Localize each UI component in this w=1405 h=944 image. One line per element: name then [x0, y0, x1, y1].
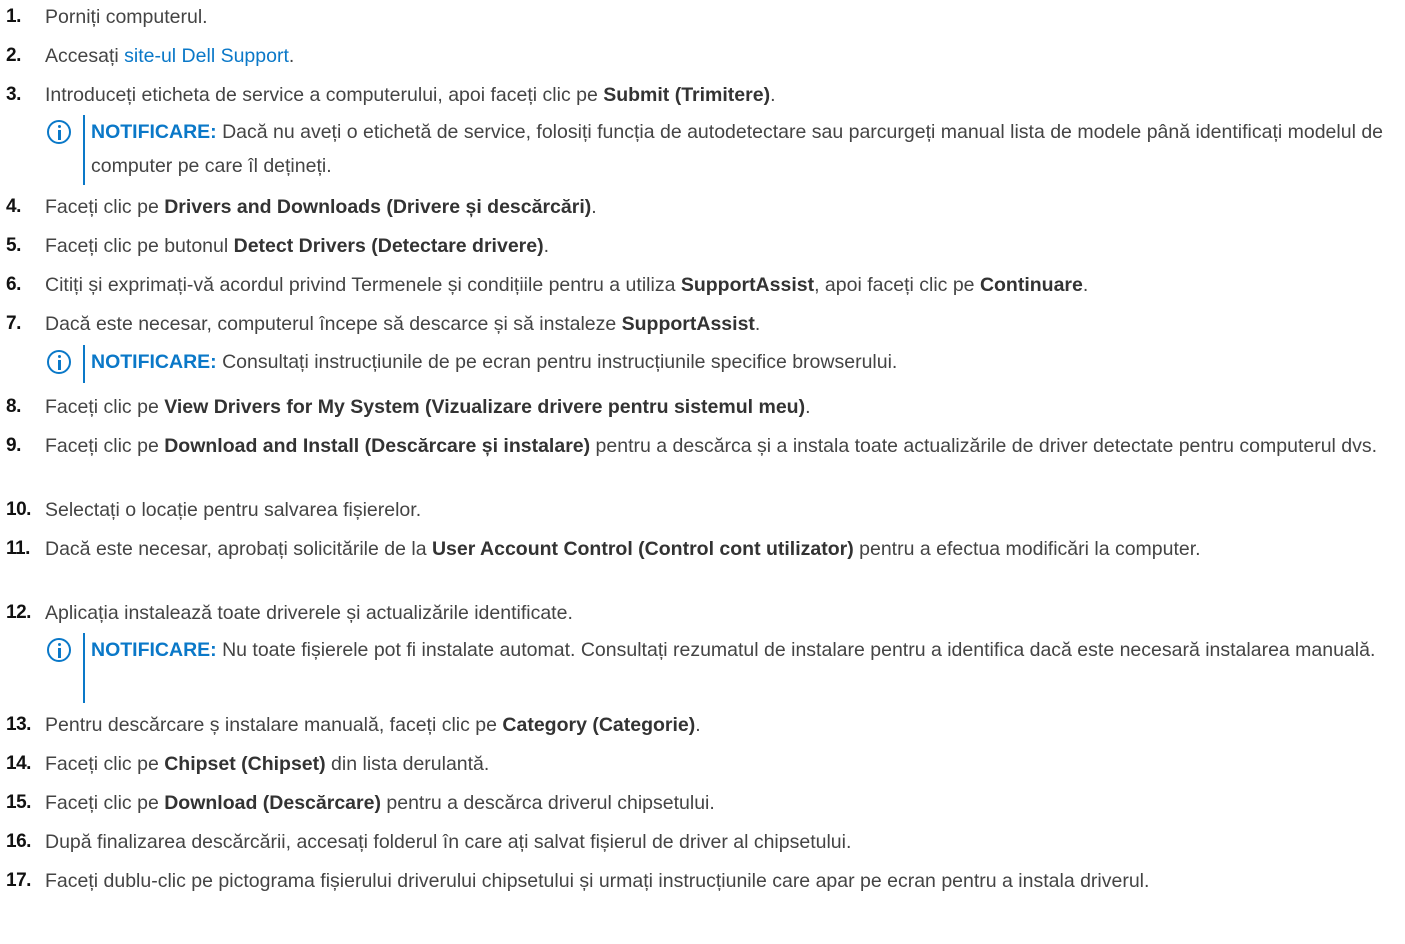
step-number: 7. — [6, 313, 21, 334]
step-number: 4. — [6, 196, 21, 217]
note-text: NOTIFICARE: Consultați instrucțiunile de… — [91, 351, 898, 373]
step-number: 15. — [6, 792, 31, 813]
step-text: Faceți dublu-clic pe pictograma fișierul… — [45, 870, 1150, 892]
step-text: Accesați site-ul Dell Support. — [45, 45, 295, 67]
step-number: 11. — [6, 538, 30, 559]
step-number: 1. — [6, 6, 21, 27]
note-divider — [83, 115, 85, 185]
step-number: 10. — [6, 499, 31, 520]
step-text: Selectați o locație pentru salvarea fiși… — [45, 499, 422, 521]
note-box: NOTIFICARE: Nu toate fișierele pot fi in… — [45, 633, 1400, 703]
step-text: Dacă este necesar, computerul începe să … — [45, 313, 761, 335]
info-circle-icon — [47, 638, 71, 662]
dell-support-link[interactable]: site-ul Dell Support — [124, 45, 289, 67]
step-number: 9. — [6, 435, 21, 456]
step-text: Porniți computerul. — [45, 6, 208, 28]
step-text: Aplicația instalează toate driverele și … — [45, 602, 573, 624]
step-number: 6. — [6, 274, 21, 295]
step-number: 16. — [6, 831, 31, 852]
step-text: Faceți clic pe butonul Detect Drivers (D… — [45, 235, 550, 257]
note-box: NOTIFICARE: Consultați instrucțiunile de… — [45, 345, 1400, 383]
step-number: 17. — [6, 870, 31, 891]
instructions-document: 1. Porniți computerul. 2. Accesați site-… — [0, 0, 1405, 944]
step-text: Pentru descărcare ș instalare manuală, f… — [45, 714, 701, 736]
step-text: Introduceți eticheta de service a comput… — [45, 84, 776, 106]
note-divider — [83, 345, 85, 383]
step-number: 8. — [6, 396, 21, 417]
info-circle-icon — [47, 120, 71, 144]
step-text: Dacă este necesar, aprobați solicitările… — [45, 538, 1201, 560]
step-text: Faceți clic pe Chipset (Chipset) din lis… — [45, 753, 490, 775]
step-number: 14. — [6, 753, 31, 774]
step-number: 3. — [6, 84, 21, 105]
step-text: Faceți clic pe Download (Descărcare) pen… — [45, 792, 715, 814]
step-text: După finalizarea descărcării, accesați f… — [45, 831, 852, 853]
step-number: 12. — [6, 602, 31, 623]
step-text: Faceți clic pe Download and Install (Des… — [45, 435, 1378, 457]
info-circle-icon — [47, 350, 71, 374]
step-text: Faceți clic pe View Drivers for My Syste… — [45, 396, 811, 418]
step-number: 5. — [6, 235, 21, 256]
step-text: Faceți clic pe Drivers and Downloads (Dr… — [45, 196, 597, 218]
note-text: NOTIFICARE: Dacă nu aveți o etichetă de … — [91, 121, 1384, 177]
note-box: NOTIFICARE: Dacă nu aveți o etichetă de … — [45, 115, 1400, 185]
step-number: 13. — [6, 714, 31, 735]
note-divider — [83, 633, 85, 703]
step-number: 2. — [6, 45, 21, 66]
step-text: Citiți și exprimați-vă acordul privind T… — [45, 274, 1089, 296]
note-text: NOTIFICARE: Nu toate fișierele pot fi in… — [91, 639, 1376, 661]
